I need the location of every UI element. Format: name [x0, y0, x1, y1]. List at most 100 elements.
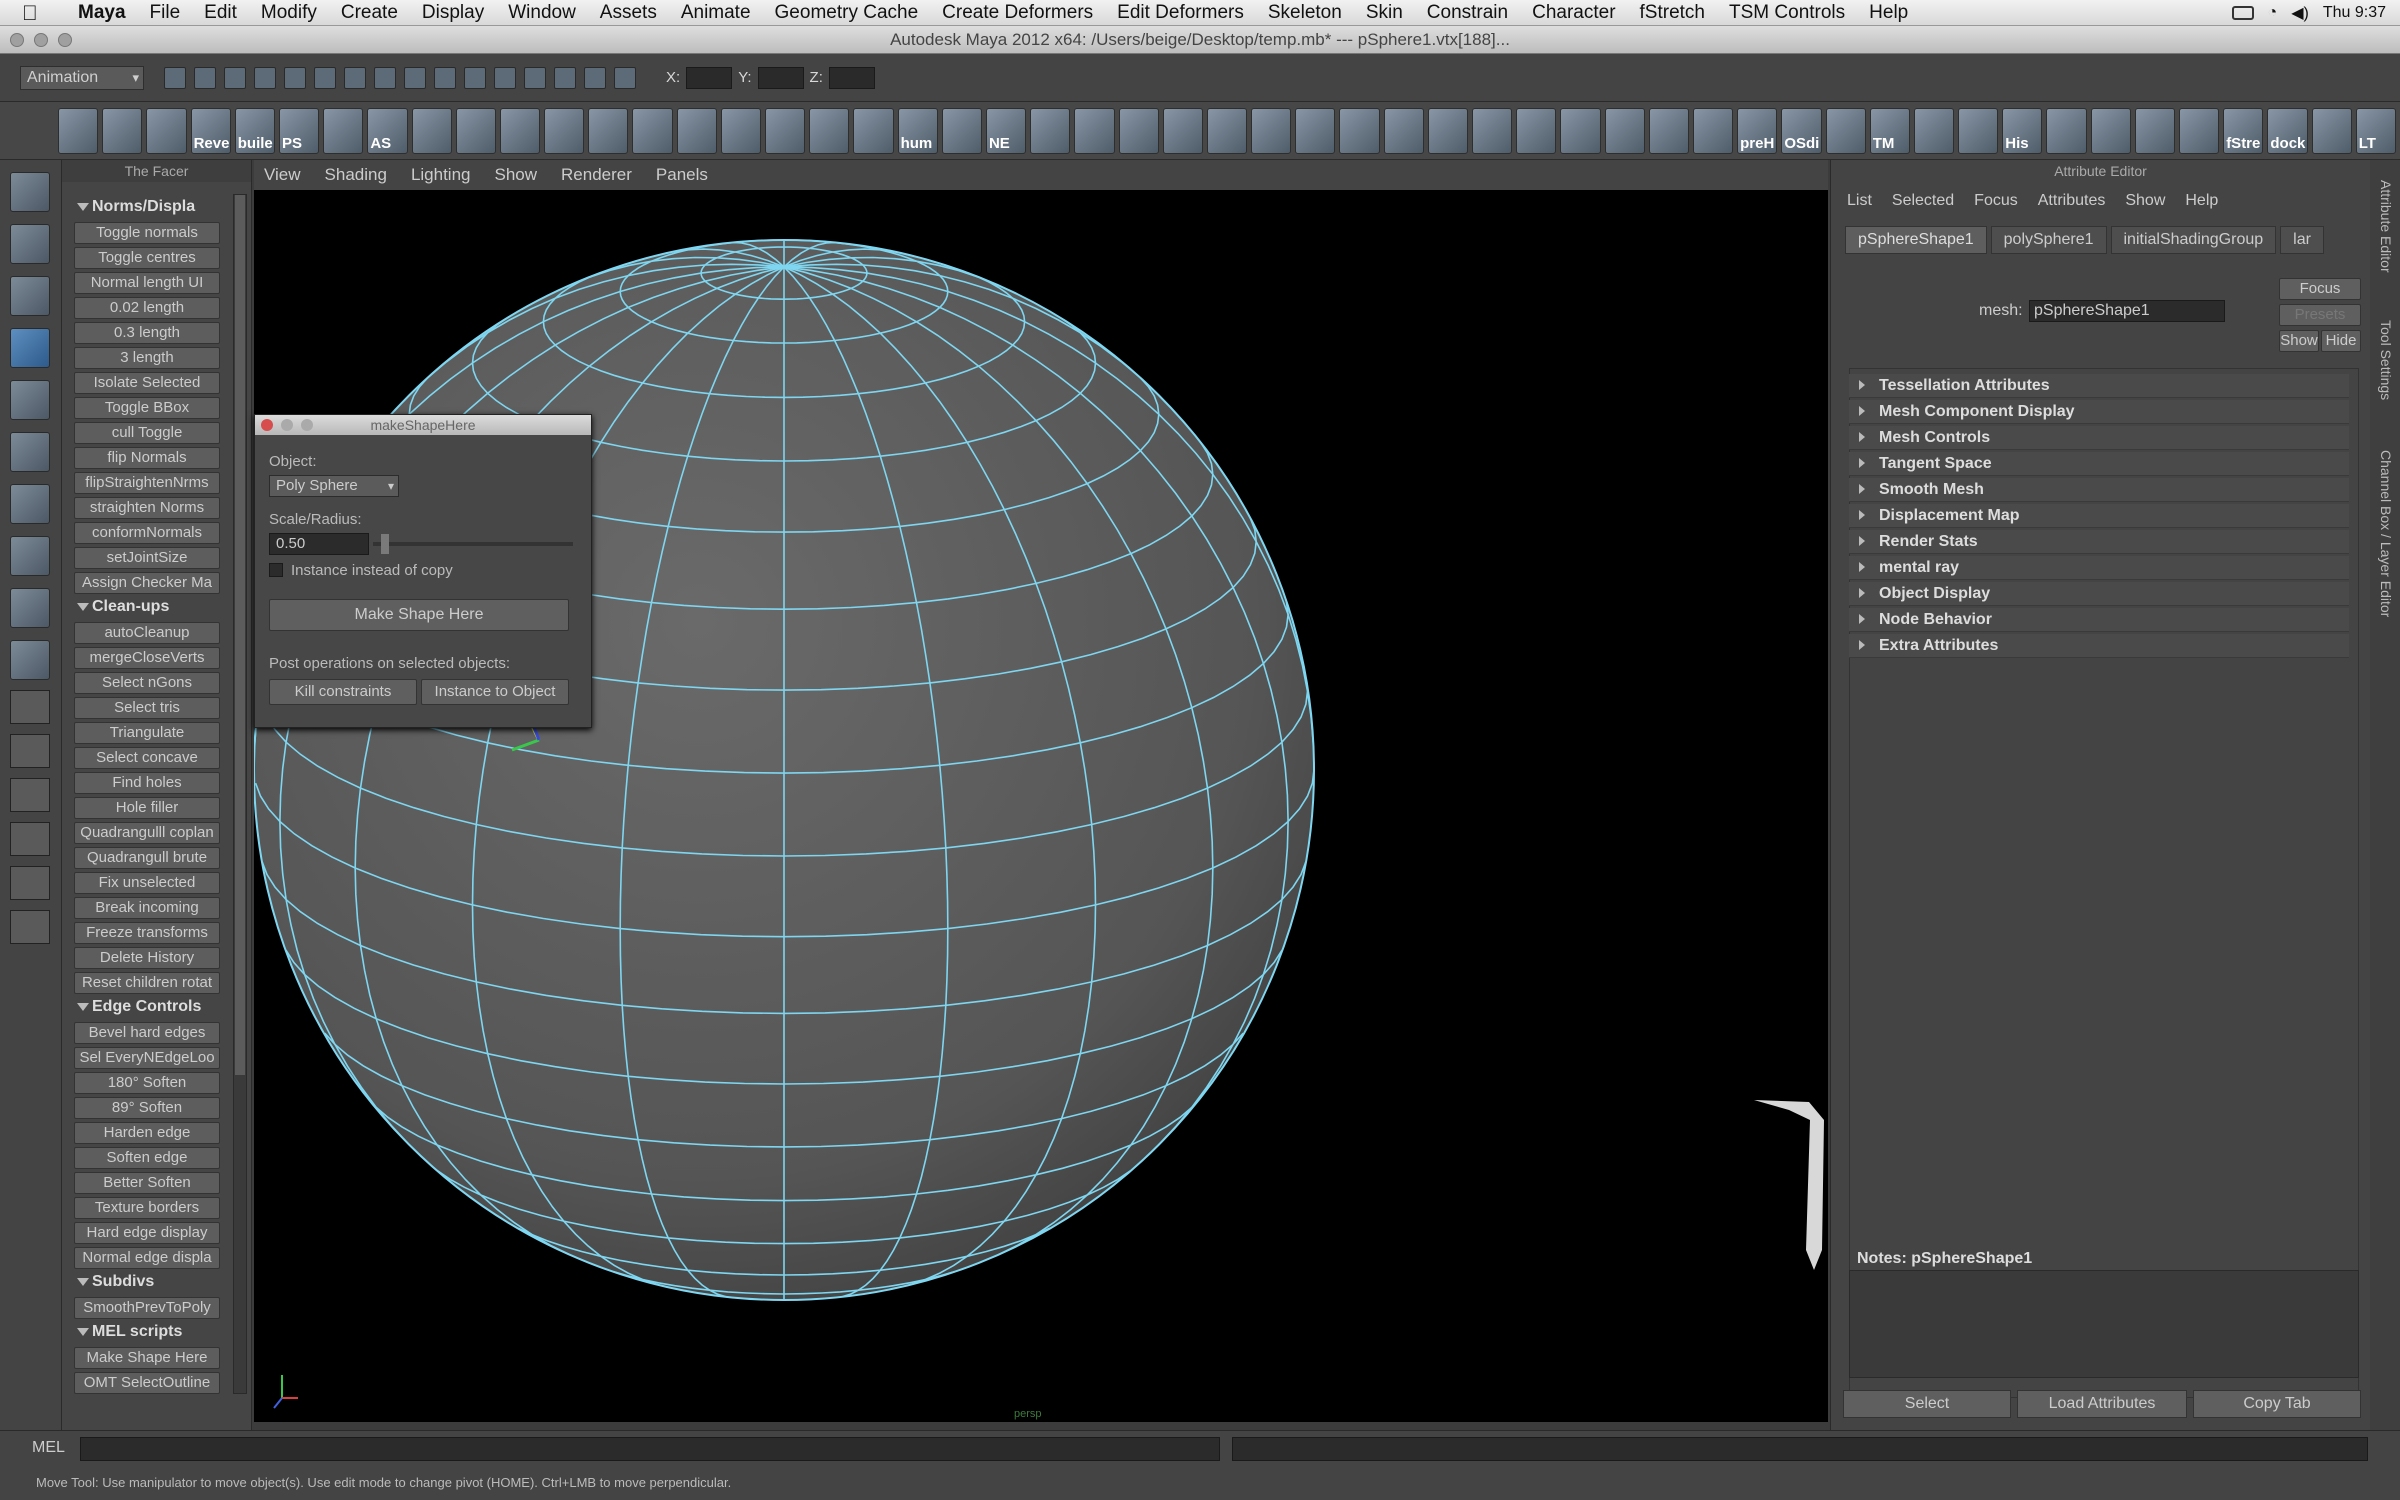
instance-to-object-button[interactable]: Instance to Object: [421, 679, 569, 705]
shelf-tool-icon[interactable]: [809, 107, 850, 154]
facer-button-reset-children-rotat[interactable]: Reset children rotat: [74, 972, 220, 994]
facer-button-better-soften[interactable]: Better Soften: [74, 1172, 220, 1194]
menu-maya[interactable]: Maya: [66, 2, 138, 24]
dialog-zoom-button[interactable]: [301, 419, 313, 431]
shelf-tool-icon[interactable]: [1251, 107, 1292, 154]
history-icon[interactable]: [464, 66, 486, 89]
select-object-icon[interactable]: [284, 66, 306, 89]
shelf-tool-icon[interactable]: His: [2002, 107, 2043, 154]
facer-button-normal-length-ui[interactable]: Normal length UI: [74, 272, 220, 294]
menu-modify[interactable]: Modify: [249, 2, 329, 24]
facer-button-texture-borders[interactable]: Texture borders: [74, 1197, 220, 1219]
facer-section-mel-scripts[interactable]: MEL scripts: [68, 1320, 224, 1344]
section-tangent-space[interactable]: Tangent Space: [1849, 452, 2349, 476]
shelf-tool-icon[interactable]: [1118, 107, 1159, 154]
section-smooth-mesh[interactable]: Smooth Mesh: [1849, 478, 2349, 502]
copy-tab-button[interactable]: Copy Tab: [2193, 1390, 2361, 1418]
facer-section-edge-controls[interactable]: Edge Controls: [68, 995, 224, 1019]
shelf-tool-icon[interactable]: [2046, 107, 2087, 154]
shelf-tool-icon[interactable]: OSdi: [1781, 107, 1822, 154]
facer-button-3-length[interactable]: 3 length: [74, 347, 220, 369]
battery-icon[interactable]: [2231, 6, 2254, 20]
make-shape-button[interactable]: Make Shape Here: [269, 599, 569, 631]
shelf-tool-icon[interactable]: [1648, 107, 1689, 154]
move-tool-icon[interactable]: [10, 328, 50, 368]
facer-button-setjointsize[interactable]: setJointSize: [74, 547, 220, 569]
presets-button[interactable]: Presets: [2279, 304, 2361, 326]
viewport-menu-lighting[interactable]: Lighting: [411, 165, 471, 185]
viewport-menu-view[interactable]: View: [264, 165, 301, 185]
facer-button-select-concave[interactable]: Select concave: [74, 747, 220, 769]
shelf-tool-icon[interactable]: TM: [1869, 107, 1910, 154]
shelf-tool-icon[interactable]: [102, 107, 143, 154]
menu-tsm-controls[interactable]: TSM Controls: [1717, 2, 1857, 24]
hide-button[interactable]: Hide: [2321, 330, 2361, 352]
shelf-tool-icon[interactable]: [2134, 107, 2175, 154]
select-component-icon[interactable]: [314, 66, 336, 89]
menu-help[interactable]: Help: [1857, 2, 1920, 24]
menu-create[interactable]: Create: [329, 2, 410, 24]
zoom-window-button[interactable]: [58, 33, 72, 47]
facer-button-hard-edge-display[interactable]: Hard edge display: [74, 1222, 220, 1244]
shelf-tool-icon[interactable]: [411, 107, 452, 154]
facer-button-omt-selectoutline[interactable]: OMT SelectOutline: [74, 1372, 220, 1394]
menu-fstretch[interactable]: fStretch: [1628, 2, 1717, 24]
facer-button-quadrangulll-coplan[interactable]: Quadrangulll coplan: [74, 822, 220, 844]
mel-label[interactable]: MEL: [32, 1439, 65, 1457]
facer-section-subdivs[interactable]: Subdivs: [68, 1270, 224, 1294]
outliner-layout-icon[interactable]: [10, 778, 50, 812]
facer-button-triangulate[interactable]: Triangulate: [74, 722, 220, 744]
facer-button-flipstraightennrms[interactable]: flipStraightenNrms: [74, 472, 220, 494]
soft-mod-tool-icon[interactable]: [10, 536, 50, 576]
two-pane-layout-icon[interactable]: [10, 866, 50, 900]
menu-constrain[interactable]: Constrain: [1415, 2, 1520, 24]
shelf-tool-icon[interactable]: [1030, 107, 1071, 154]
shelf-tool-icon[interactable]: [455, 107, 496, 154]
show-button[interactable]: Show: [2279, 330, 2319, 352]
shelf-tool-icon[interactable]: fStre: [2223, 107, 2264, 154]
shelf-tool-icon[interactable]: LT: [2355, 107, 2396, 154]
ae-menu-selected[interactable]: Selected: [1892, 192, 1954, 210]
facer-button-break-incoming[interactable]: Break incoming: [74, 897, 220, 919]
menu-character[interactable]: Character: [1520, 2, 1627, 24]
facer-button-soften-edge[interactable]: Soften edge: [74, 1147, 220, 1169]
shelf-tool-icon[interactable]: [323, 107, 364, 154]
viewport-menu-panels[interactable]: Panels: [656, 165, 708, 185]
tab-lar[interactable]: lar: [2280, 226, 2324, 254]
four-pane-layout-icon[interactable]: [10, 734, 50, 768]
shelf-tool-icon[interactable]: [499, 107, 541, 154]
shelf-tool-icon[interactable]: [1913, 107, 1955, 154]
facer-button-0-3-length[interactable]: 0.3 length: [74, 322, 220, 344]
hypershade-icon[interactable]: [584, 66, 606, 89]
shelf-tool-icon[interactable]: [1516, 107, 1557, 154]
shelf-tool-icon[interactable]: [588, 107, 629, 154]
facer-button-assign-checker-ma[interactable]: Assign Checker Ma: [74, 572, 220, 594]
viewport[interactable]: persp: [254, 190, 1828, 1422]
ipr-render-icon[interactable]: [524, 66, 546, 89]
shelf-tool-icon[interactable]: [1692, 107, 1734, 154]
menu-set-selector[interactable]: Animation: [20, 65, 144, 90]
facer-button-toggle-normals[interactable]: Toggle normals: [74, 222, 220, 244]
facer-scrollbar[interactable]: [233, 194, 247, 1394]
menu-display[interactable]: Display: [410, 2, 496, 24]
facer-button-conformnormals[interactable]: conformNormals: [74, 522, 220, 544]
facer-button-smoothprevtopoly[interactable]: SmoothPrevToPoly: [74, 1297, 220, 1319]
section-displacement-map[interactable]: Displacement Map: [1849, 504, 2349, 528]
facer-button-mergecloseverts[interactable]: mergeCloseVerts: [74, 647, 220, 669]
render-settings-icon[interactable]: [554, 66, 576, 89]
menu-skin[interactable]: Skin: [1354, 2, 1415, 24]
tab-psphereshape1[interactable]: pSphereShape1: [1845, 226, 1987, 254]
shelf-tool-icon[interactable]: [720, 107, 761, 154]
shelf-tool-icon[interactable]: [2311, 107, 2352, 154]
facer-button-harden-edge[interactable]: Harden edge: [74, 1122, 220, 1144]
facer-button-autocleanup[interactable]: autoCleanup: [74, 622, 220, 644]
sphere-wireframe[interactable]: [254, 190, 1828, 1422]
shelf-tool-icon[interactable]: [1074, 107, 1115, 154]
shelf-tool-icon[interactable]: [1162, 107, 1203, 154]
minimize-window-button[interactable]: [34, 33, 48, 47]
apple-icon[interactable]: : [22, 2, 48, 25]
facer-button-bevel-hard-edges[interactable]: Bevel hard edges: [74, 1022, 220, 1044]
input-mode-icon[interactable]: [614, 66, 636, 89]
section-mesh-component-display[interactable]: Mesh Component Display: [1849, 400, 2349, 424]
wifi-icon[interactable]: ◔: [2268, 4, 2278, 22]
